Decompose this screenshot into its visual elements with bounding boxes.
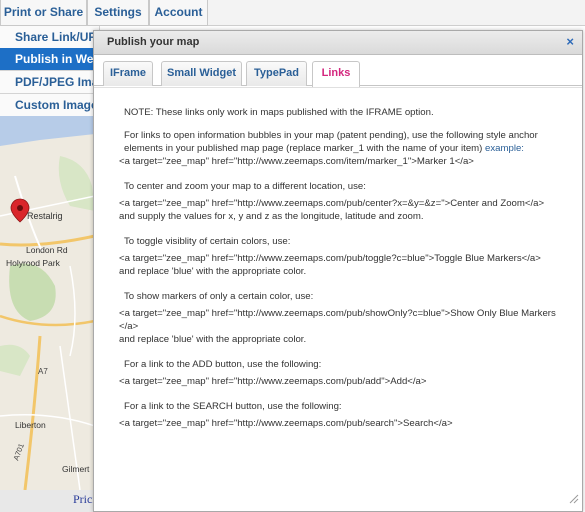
menu-item-publish-website[interactable]: Publish in Webs — [0, 48, 100, 71]
map-view[interactable]: Restalrig London Rd Holyrood Park A7 Lib… — [0, 116, 95, 490]
toggle-heading: To toggle visiblity of certain colors, u… — [124, 236, 291, 247]
tab-settings[interactable]: Settings — [87, 0, 149, 26]
center-after: and supply the values for x, y and z as … — [119, 211, 424, 222]
dialog-header: Publish your map × — [94, 31, 582, 55]
links-content: NOTE: These links only work in maps publ… — [119, 106, 564, 430]
tab-typepad[interactable]: TypePad — [246, 61, 307, 86]
code-marker: <a target="zee_map" href="http://www.zee… — [119, 156, 474, 167]
menu-item-pdf-jpeg[interactable]: PDF/JPEG Image — [0, 71, 100, 94]
menu-item-share-link[interactable]: Share Link/URL — [0, 26, 100, 49]
tab-small-widget[interactable]: Small Widget — [161, 61, 242, 86]
map-label-restalrig: Restalrig — [27, 211, 63, 221]
resize-handle-icon[interactable] — [569, 494, 579, 504]
map-label-a7: A7 — [38, 367, 48, 376]
code-search: <a target="zee_map" href="http://www.zee… — [119, 418, 453, 429]
code-toggle: <a target="zee_map" href="http://www.zee… — [119, 253, 541, 264]
code-show: <a target="zee_map" href="http://www.zee… — [119, 308, 556, 332]
code-add: <a target="zee_map" href="http://www.zee… — [119, 376, 427, 387]
tab-links[interactable]: Links — [312, 61, 360, 87]
map-label-holyrood: Holyrood Park — [6, 258, 61, 268]
map-label-liberton: Liberton — [15, 420, 46, 430]
search-heading: For a link to the SEARCH button, use the… — [124, 401, 342, 412]
show-after: and replace 'blue' with the appropriate … — [119, 334, 307, 345]
code-center: <a target="zee_map" href="http://www.zee… — [119, 198, 545, 209]
dialog-title: Publish your map — [107, 36, 200, 48]
toggle-after: and replace 'blue' with the appropriate … — [119, 266, 307, 277]
map-canvas: Restalrig London Rd Holyrood Park A7 Lib… — [0, 116, 95, 490]
menu-item-custom-image[interactable]: Custom Image — [0, 94, 100, 117]
add-heading: For a link to the ADD button, use the fo… — [124, 359, 322, 370]
map-label-gilmerton: Gilmert — [62, 464, 90, 474]
center-heading: To center and zoom your map to a differe… — [124, 181, 366, 192]
intro-text: For links to open information bubbles in… — [124, 130, 538, 154]
intro-paragraph: For links to open information bubbles in… — [119, 129, 564, 155]
top-tab-bar: Print or Share Settings Account — [0, 0, 585, 26]
show-heading: To show markers of only a certain color,… — [124, 291, 314, 302]
map-label-london-rd: London Rd — [26, 245, 68, 255]
tab-account[interactable]: Account — [149, 0, 208, 26]
dialog-body: NOTE: These links only work in maps publ… — [94, 87, 582, 507]
publish-dialog: Publish your map × IFrame Small Widget T… — [93, 30, 583, 512]
tab-iframe[interactable]: IFrame — [103, 61, 153, 86]
example-link[interactable]: example: — [485, 143, 524, 154]
close-icon[interactable]: × — [566, 35, 574, 49]
tab-print-or-share[interactable]: Print or Share — [0, 0, 87, 26]
note-text: NOTE: These links only work in maps publ… — [124, 107, 434, 118]
dialog-tab-bar: IFrame Small Widget TypePad Links — [94, 58, 582, 87]
